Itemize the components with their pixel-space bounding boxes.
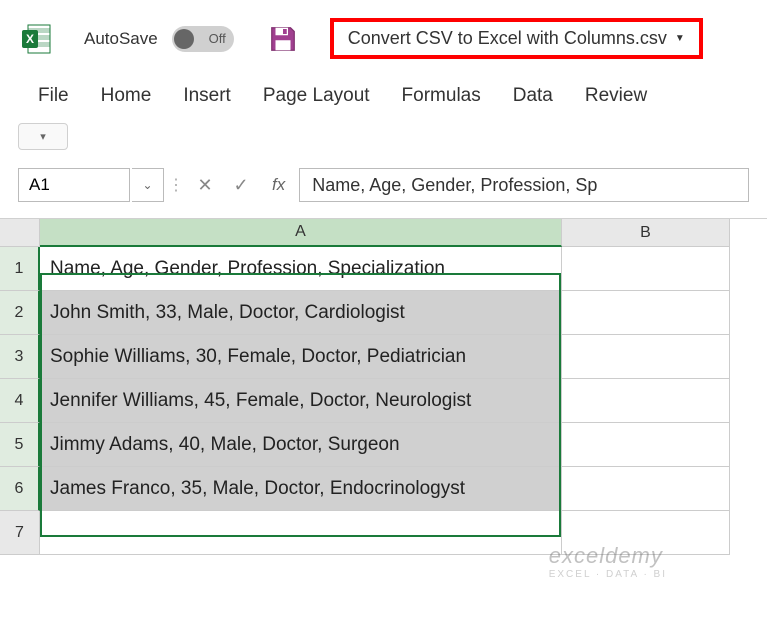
tab-insert[interactable]: Insert: [183, 85, 231, 107]
table-row: 5Jimmy Adams, 40, Male, Doctor, Surgeon: [0, 423, 767, 467]
select-all-corner[interactable]: [0, 219, 40, 247]
save-icon[interactable]: [268, 24, 298, 54]
filename-text: Convert CSV to Excel with Columns.csv: [348, 28, 667, 49]
cell[interactable]: [562, 467, 730, 511]
cell[interactable]: [562, 291, 730, 335]
quick-access-area: ▾: [0, 119, 767, 160]
table-row: 1Name, Age, Gender, Profession, Speciali…: [0, 247, 767, 291]
row-header[interactable]: 2: [0, 291, 40, 335]
toggle-state: Off: [209, 31, 226, 46]
grid-rows: 1Name, Age, Gender, Profession, Speciali…: [0, 247, 767, 555]
formula-bar: A1 ⌄ ⋮ ✕ ✓ fx Name, Age, Gender, Profess…: [0, 160, 767, 219]
table-row: 3Sophie Williams, 30, Female, Doctor, Pe…: [0, 335, 767, 379]
column-headers-row: A B: [0, 219, 767, 247]
watermark-main: exceldemy: [549, 543, 667, 569]
tab-formulas[interactable]: Formulas: [402, 85, 481, 107]
name-box-dropdown[interactable]: ⌄: [132, 168, 164, 202]
cancel-button[interactable]: ✕: [188, 168, 222, 202]
cell[interactable]: [562, 247, 730, 291]
filename-dropdown[interactable]: Convert CSV to Excel with Columns.csv ▼: [330, 18, 703, 59]
column-header-a[interactable]: A: [40, 219, 562, 247]
cell[interactable]: [562, 335, 730, 379]
table-row: 6James Franco, 35, Male, Doctor, Endocri…: [0, 467, 767, 511]
row-header[interactable]: 3: [0, 335, 40, 379]
check-icon: ✓: [233, 175, 248, 196]
cell[interactable]: Jimmy Adams, 40, Male, Doctor, Surgeon: [40, 423, 562, 467]
cell[interactable]: Jennifer Williams, 45, Female, Doctor, N…: [40, 379, 562, 423]
svg-text:X: X: [26, 32, 34, 46]
column-header-b[interactable]: B: [562, 219, 730, 247]
cell[interactable]: John Smith, 33, Male, Doctor, Cardiologi…: [40, 291, 562, 335]
fx-icon[interactable]: fx: [272, 175, 285, 195]
toggle-knob-icon: [174, 29, 194, 49]
tab-review[interactable]: Review: [585, 85, 647, 107]
separator: ⋮: [170, 168, 182, 202]
row-header[interactable]: 1: [0, 247, 40, 291]
row-header[interactable]: 6: [0, 467, 40, 511]
x-icon: ✕: [197, 175, 212, 196]
chevron-down-icon: ▼: [675, 33, 685, 44]
ribbon-tabs: File Home Insert Page Layout Formulas Da…: [0, 67, 767, 119]
tab-file[interactable]: File: [38, 85, 69, 107]
formula-input[interactable]: Name, Age, Gender, Profession, Sp: [299, 168, 749, 202]
chevron-down-icon: ⌄: [142, 178, 152, 192]
tab-page-layout[interactable]: Page Layout: [263, 85, 370, 107]
cell[interactable]: [562, 379, 730, 423]
name-box[interactable]: A1: [18, 168, 130, 202]
tab-home[interactable]: Home: [101, 85, 152, 107]
cell[interactable]: [562, 423, 730, 467]
excel-logo-icon: X: [20, 23, 52, 55]
table-row: 4Jennifer Williams, 45, Female, Doctor, …: [0, 379, 767, 423]
tab-data[interactable]: Data: [513, 85, 553, 107]
cell[interactable]: Sophie Williams, 30, Female, Doctor, Ped…: [40, 335, 562, 379]
row-header[interactable]: 5: [0, 423, 40, 467]
cell[interactable]: [40, 511, 562, 555]
autosave-label: AutoSave: [84, 29, 158, 49]
watermark: exceldemy EXCEL · DATA · BI: [549, 543, 667, 580]
row-header[interactable]: 7: [0, 511, 40, 555]
watermark-sub: EXCEL · DATA · BI: [549, 569, 667, 580]
table-row: 2John Smith, 33, Male, Doctor, Cardiolog…: [0, 291, 767, 335]
cell[interactable]: James Franco, 35, Male, Doctor, Endocrin…: [40, 467, 562, 511]
titlebar: X AutoSave Off Convert CSV to Excel with…: [0, 0, 767, 67]
qat-customize-button[interactable]: ▾: [18, 123, 68, 150]
autosave-toggle[interactable]: Off: [172, 26, 234, 52]
qat-dropdown-icon: ▾: [40, 130, 46, 143]
enter-button[interactable]: ✓: [224, 168, 258, 202]
row-header[interactable]: 4: [0, 379, 40, 423]
cell[interactable]: Name, Age, Gender, Profession, Specializ…: [40, 247, 562, 291]
